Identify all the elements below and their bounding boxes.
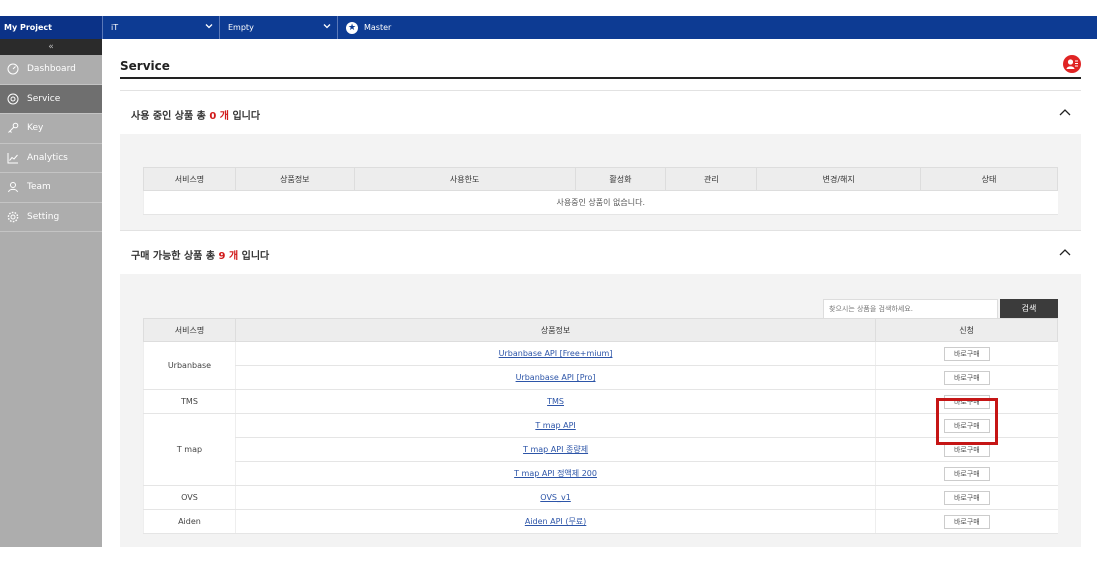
sidebar-item-dashboard[interactable]: Dashboard [0, 55, 102, 85]
empty-message: 사용중인 상품이 없습니다. [143, 190, 1058, 215]
sidebar-item-team[interactable]: Team [0, 173, 102, 203]
col-header: 서비스명 [143, 167, 236, 191]
available-section: 구매 가능한 상품 총 9 개 입니다 찾으시는 상품을 검색하세요. 검색 서… [120, 230, 1081, 547]
heading-prefix: 사용 중인 상품 총 [131, 111, 206, 122]
heading-suffix: 입니다 [232, 111, 261, 122]
buy-now-button[interactable]: 바로구매 [943, 514, 990, 529]
team-icon [6, 180, 20, 194]
product-search-input[interactable]: 찾으시는 상품을 검색하세요. [823, 299, 998, 319]
table-header-row: 서비스명 상품정보 사용한도 활성화 관리 변경/해지 상태 [143, 167, 1058, 191]
sidebar-item-analytics[interactable]: Analytics [0, 143, 102, 173]
org-select-value: iT [111, 23, 119, 32]
product-link[interactable]: Urbanbase API [Free+mium] [499, 349, 613, 358]
dashboard-icon [6, 62, 20, 76]
sidebar-item-service[interactable]: Service [0, 84, 102, 114]
col-header: 활성화 [574, 167, 667, 191]
table-row: T map API 정액제 200 바로구매 [144, 461, 1058, 486]
product-link[interactable]: T map API [535, 421, 575, 430]
product-link[interactable]: T map API 종량제 [523, 445, 588, 454]
col-header: 변경/해지 [756, 167, 922, 191]
in-use-header[interactable]: 사용 중인 상품 총 0 개 입니다 [120, 90, 1081, 134]
project-select-value: Empty [228, 23, 254, 32]
project-name[interactable]: My Project [0, 16, 102, 39]
table-row: TMS TMS 바로구매 [143, 389, 1058, 414]
in-use-heading: 사용 중인 상품 총 0 개 입니다 [131, 107, 260, 122]
buy-now-button[interactable]: 바로구매 [943, 346, 990, 361]
col-header: 사용한도 [353, 167, 576, 191]
table-row: Aiden Aiden API (무료) 바로구매 [143, 509, 1058, 534]
search-button[interactable]: 검색 [1000, 299, 1058, 319]
buy-now-button[interactable]: 바로구매 [943, 370, 990, 385]
chevron-up-icon[interactable] [1059, 107, 1071, 117]
table-row: OVS OVS_v1 바로구매 [143, 485, 1058, 510]
col-header: 신청 [875, 318, 1058, 342]
in-use-table: 서비스명 상품정보 사용한도 활성화 관리 변경/해지 상태 사용중인 상품이 … [143, 167, 1058, 215]
sidebar-item-setting[interactable]: Setting [0, 202, 102, 232]
available-table: 서비스명 상품정보 신청 Urbanbase Urbanbase API [Fr… [143, 318, 1058, 534]
buy-now-button[interactable]: 바로구매 [943, 466, 990, 481]
sidebar-item-label: Analytics [27, 152, 68, 163]
service-name: OVS [143, 485, 236, 510]
col-header: 상품정보 [234, 318, 877, 342]
role-indicator: ★ Master [346, 16, 391, 39]
product-link[interactable]: TMS [547, 397, 564, 406]
sidebar-item-key[interactable]: Key [0, 114, 102, 144]
project-select[interactable]: Empty [220, 16, 338, 39]
service-icon [6, 92, 20, 106]
page-title: Service [120, 59, 170, 73]
key-icon [6, 121, 20, 135]
product-link[interactable]: Urbanbase API [Pro] [516, 373, 596, 382]
table-row: Urbanbase API [Pro] 바로구매 [144, 365, 1058, 390]
service-name: Urbanbase [143, 341, 236, 390]
sidebar-item-label: Dashboard [27, 64, 76, 75]
app-window: My Project iT Empty ★ Master « Dashboard [0, 16, 1097, 547]
service-name: T map [143, 413, 236, 486]
role-label: Master [364, 23, 392, 32]
analytics-icon [6, 151, 20, 165]
title-divider [120, 77, 1081, 79]
org-select[interactable]: iT [102, 16, 220, 39]
user-avatar-icon[interactable] [1063, 55, 1081, 73]
gear-icon [6, 210, 20, 224]
sidebar-item-label: Service [27, 93, 61, 104]
top-bar: My Project iT Empty ★ Master [0, 16, 1097, 39]
col-header: 서비스명 [143, 318, 236, 342]
table-row: 사용중인 상품이 없습니다. [143, 190, 1058, 215]
buy-now-button[interactable]: 바로구매 [943, 394, 990, 409]
buy-now-button[interactable]: 바로구매 [943, 442, 990, 457]
chevron-up-icon[interactable] [1059, 247, 1071, 257]
collapse-sidebar-button[interactable]: « [0, 39, 102, 55]
in-use-section: 사용 중인 상품 총 0 개 입니다 서비스명 상품정보 사용한도 활성화 관리… [120, 90, 1081, 230]
available-heading: 구매 가능한 상품 총 9 개 입니다 [131, 247, 269, 262]
sidebar-item-label: Team [27, 182, 51, 193]
product-link[interactable]: OVS_v1 [540, 493, 571, 502]
buy-now-button[interactable]: 바로구매 [943, 418, 990, 433]
available-count: 9 개 [218, 251, 239, 262]
available-header[interactable]: 구매 가능한 상품 총 9 개 입니다 [120, 230, 1081, 274]
table-row: T map API 종량제 바로구매 [144, 437, 1058, 462]
sidebar: « Dashboard Service Key Analytics Team S… [0, 39, 102, 547]
sidebar-item-label: Setting [27, 211, 60, 222]
chevron-down-icon [205, 16, 213, 39]
product-link[interactable]: Aiden API (무료) [525, 517, 586, 526]
star-icon: ★ [346, 21, 358, 34]
service-name: TMS [143, 389, 236, 414]
heading-suffix: 입니다 [241, 251, 270, 262]
service-name: Aiden [143, 509, 236, 534]
table-row: Urbanbase Urbanbase API [Free+mium] 바로구매 [143, 341, 1058, 390]
table-header-row: 서비스명 상품정보 신청 [143, 318, 1058, 342]
sidebar-item-label: Key [27, 123, 44, 134]
in-use-count: 0 개 [209, 111, 229, 122]
buy-now-button[interactable]: 바로구매 [943, 490, 990, 505]
chevron-down-icon [323, 16, 331, 39]
main-content: Service 사용 중인 상품 총 0 개 입니다 서비스명 상품정보 사용한… [102, 39, 1097, 547]
heading-prefix: 구매 가능한 상품 총 [131, 251, 216, 262]
col-header: 상태 [920, 167, 1058, 191]
table-row: T map T map API 바로구매 [143, 413, 1058, 486]
col-header: 상품정보 [234, 167, 355, 191]
col-header: 관리 [665, 167, 758, 191]
product-link[interactable]: T map API 정액제 200 [514, 469, 597, 478]
